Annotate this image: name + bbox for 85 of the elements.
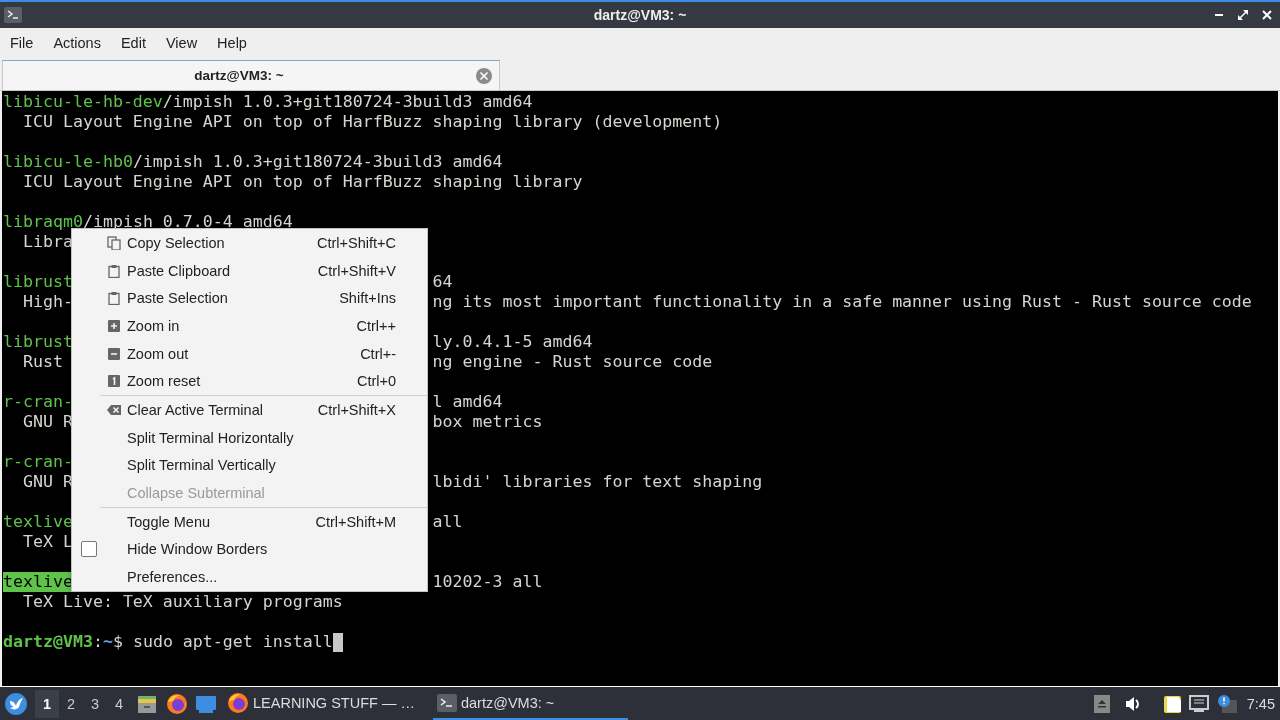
prompt-separator: : xyxy=(92,632,103,652)
terminal-text: TeX Live: TeX auxiliary programs xyxy=(21,592,343,612)
terminal-text: Libra xyxy=(21,232,73,252)
package-name: libraqm0 xyxy=(3,212,83,232)
menu-item[interactable]: Zoom out Ctrl+- xyxy=(72,339,427,368)
menu-item[interactable]: Toggle Menu Ctrl+Shift+M xyxy=(72,507,427,536)
text-cursor xyxy=(332,632,343,652)
minus-icon xyxy=(107,346,121,361)
menu-item[interactable]: Actions xyxy=(43,28,111,57)
prompt-symbol: $ xyxy=(112,632,123,652)
menu-item[interactable]: Zoom reset Ctrl+0 xyxy=(72,367,427,396)
menu-item[interactable]: Clear Active Terminal Ctrl+Shift+X xyxy=(72,396,427,424)
terminal-text: ICU Layout Engine API on top of HarfBuzz shaping library xyxy=(21,172,583,192)
shortcut-text: Ctrl+Shift+X xyxy=(317,401,396,418)
highlighted-package-name: texlive xyxy=(3,572,73,592)
workspace-button[interactable]: 3 xyxy=(83,689,107,718)
terminal-icon xyxy=(4,7,22,23)
terminal-text: all xyxy=(432,512,463,532)
shortcut-text: Ctrl+Shift+C xyxy=(317,234,396,251)
menu-item[interactable]: Zoom in Ctrl++ xyxy=(72,312,427,340)
terminal-icon xyxy=(436,693,457,712)
prompt-path: ~ xyxy=(102,632,113,652)
bird-logo-icon[interactable] xyxy=(4,691,28,716)
menu-item[interactable]: File xyxy=(0,28,44,57)
terminal-text: 64 xyxy=(432,272,453,292)
workspace-button[interactable]: 2 xyxy=(59,689,83,718)
checkbox[interactable] xyxy=(81,541,97,558)
menu-item[interactable]: Paste Selection Shift+Ins xyxy=(72,284,427,313)
package-name: texlive xyxy=(3,512,73,532)
file-cabinet-icon[interactable] xyxy=(137,693,157,714)
eject-icon[interactable] xyxy=(1093,694,1110,713)
prompt-user-host: dartz@VM3 xyxy=(3,632,93,652)
browser-icon[interactable] xyxy=(166,692,188,715)
plus-icon xyxy=(107,318,121,333)
notification-icon[interactable] xyxy=(1216,694,1237,713)
shortcut-text: Ctrl+0 xyxy=(356,373,396,390)
package-name: r-cran- xyxy=(3,392,73,412)
terminal-text: ICU Layout Engine API on top of HarfBuzz shaping library (development) xyxy=(21,112,723,132)
window-title: dartz@VM3: ~ xyxy=(593,7,687,23)
terminal-text: /impish 1.0.3+git180724-3build3 amd64 xyxy=(132,152,503,172)
workspace-button[interactable]: 1 xyxy=(35,689,59,718)
shortcut-text: Shift+Ins xyxy=(339,290,396,307)
close-icon[interactable] xyxy=(1260,8,1274,22)
menu-item[interactable]: Edit xyxy=(110,28,156,57)
package-name: librust xyxy=(3,272,73,292)
taskbar-button[interactable]: LEARNING STUFF — … xyxy=(223,687,419,720)
menu-item[interactable]: Split Terminal Horizontally xyxy=(72,423,427,452)
terminal-text: box metrics xyxy=(432,412,543,432)
terminal-text: l amd64 xyxy=(432,392,503,412)
menu-item[interactable]: Split Terminal Vertically xyxy=(72,451,427,480)
menu-item[interactable]: Preferences... xyxy=(72,563,427,591)
command-text: sudo apt-get install xyxy=(131,632,333,652)
shortcut-text: Ctrl+Shift+M xyxy=(315,513,396,530)
maximize-icon[interactable] xyxy=(1236,8,1250,22)
menu-item[interactable]: Help xyxy=(207,28,257,57)
workspace-button[interactable]: 4 xyxy=(107,689,131,718)
shortcut-text: Ctrl+Shift+V xyxy=(317,262,396,279)
tab[interactable]: dartz@VM3: ~ xyxy=(2,60,500,90)
taskbar-button[interactable]: dartz@VM3: ~ xyxy=(432,687,628,720)
browser-icon xyxy=(227,691,249,714)
terminal-text: High- xyxy=(21,292,73,312)
terminal-text: 10202-3 all xyxy=(432,572,543,592)
speaker-icon[interactable] xyxy=(1123,695,1142,712)
clock-text: 7:45 xyxy=(1246,695,1275,712)
backspace-icon xyxy=(107,402,121,417)
menu-item[interactable]: Hide Window Borders xyxy=(72,535,427,564)
copy-icon xyxy=(107,235,121,250)
zoom-reset-icon xyxy=(107,374,121,389)
terminal-text: Rust xyxy=(21,352,63,372)
terminal-text: /impish 0.7.0-4 amd64 xyxy=(82,212,293,232)
package-name: r-cran- xyxy=(3,452,73,472)
shortcut-text: Ctrl++ xyxy=(356,317,396,334)
terminal-text: ng engine - Rust source code xyxy=(432,352,713,372)
menu-item[interactable]: Copy Selection Ctrl+Shift+C xyxy=(72,229,427,257)
desktop-icon[interactable] xyxy=(195,693,217,714)
menu-item[interactable]: Paste Clipboard Ctrl+Shift+V xyxy=(72,256,427,285)
terminal-text: ng its most important functionality in a safe manner using Rust - Rust source code xyxy=(432,292,1252,312)
package-name: libicu-le-hb0 xyxy=(3,152,133,172)
terminal-text: /impish 1.0.3+git180724-3build3 amd64 xyxy=(162,92,533,112)
menu-item[interactable]: View xyxy=(155,28,208,57)
terminal-text: lbidi' libraries for text shaping xyxy=(432,472,763,492)
shortcut-text: Ctrl+- xyxy=(360,345,396,362)
package-name: libicu-le-hb-dev xyxy=(3,92,163,112)
package-name: librust xyxy=(3,332,73,352)
terminal-text: ly.0.4.1-5 amd64 xyxy=(432,332,593,352)
